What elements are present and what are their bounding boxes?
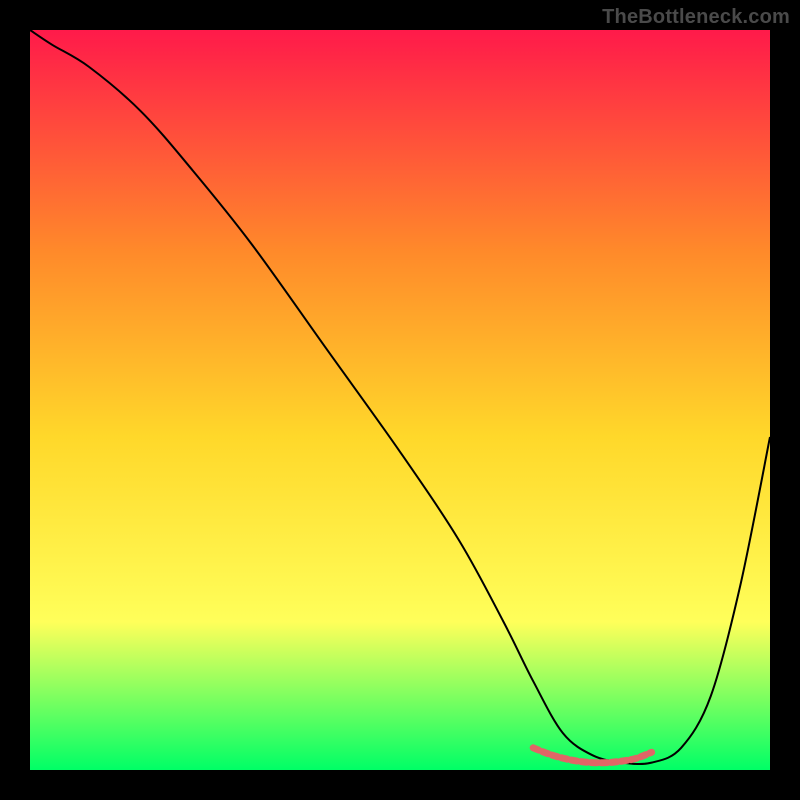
- watermark-text: TheBottleneck.com: [602, 6, 790, 29]
- chart-container: TheBottleneck.com: [0, 0, 800, 800]
- chart-svg: [30, 30, 770, 770]
- gradient-background: [30, 30, 770, 770]
- plot-area: [30, 30, 770, 770]
